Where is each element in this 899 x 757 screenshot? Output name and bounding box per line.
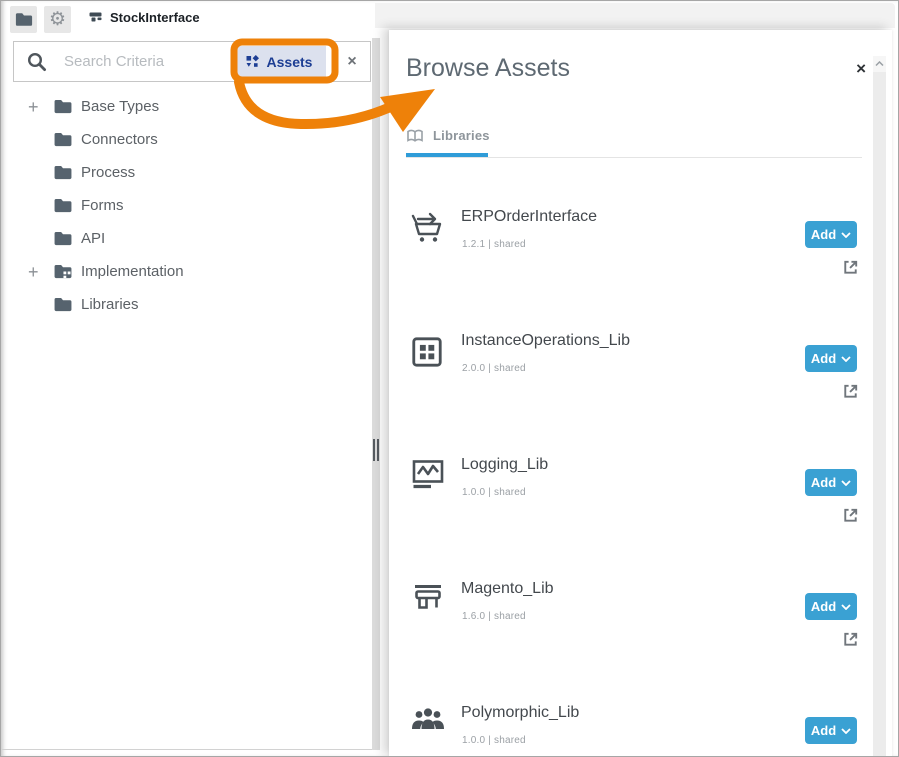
tree-item-label: Connectors (81, 131, 158, 148)
tab-libraries[interactable]: Libraries (406, 128, 490, 143)
add-button[interactable]: Add (805, 345, 857, 372)
chevron-up-icon (875, 61, 884, 67)
search-bar: Assets × (13, 41, 371, 82)
chart-monitor-icon (410, 459, 446, 490)
tree-item-label: API (81, 230, 105, 247)
tree-item-label: Process (81, 164, 135, 181)
tree-item-api[interactable]: API (13, 222, 365, 255)
shopping-cart-icon (410, 211, 446, 243)
asset-version: 2.0.0 | shared (462, 363, 526, 374)
assets-button-label: Assets (267, 54, 313, 70)
folder-toolbar-button[interactable] (10, 6, 37, 33)
add-button[interactable]: Add (805, 593, 857, 620)
people-group-icon (410, 707, 446, 732)
asset-version: 1.0.0 | shared (462, 487, 526, 498)
add-button-label: Add (811, 351, 836, 366)
close-icon: × (347, 53, 356, 71)
open-external-button[interactable] (841, 382, 860, 401)
splitter-handle-icon[interactable] (372, 439, 380, 461)
expand-icon[interactable]: + (13, 263, 53, 281)
project-tree: + Base Types Connectors Process Forms AP… (13, 90, 365, 321)
expand-icon[interactable]: + (13, 98, 53, 116)
asset-name: Magento_Lib (461, 580, 554, 598)
external-link-icon (841, 506, 860, 525)
folder-icon (53, 198, 73, 213)
asset-row-erporderinterface: ERPOrderInterface 1.2.1 | shared Add (389, 158, 873, 282)
folder-icon (53, 99, 73, 114)
left-panel-bottom-border (2, 749, 372, 750)
chevron-down-icon (841, 728, 851, 734)
panel-title: Browse Assets (406, 54, 570, 83)
add-button-label: Add (811, 227, 836, 242)
grid-squares-icon (410, 335, 444, 369)
browse-assets-panel: Browse Assets × Libraries ERP (389, 30, 892, 757)
panel-splitter[interactable] (372, 38, 380, 750)
chevron-down-icon (841, 356, 851, 362)
folder-icon (53, 297, 73, 312)
tree-item-forms[interactable]: Forms (13, 189, 365, 222)
project-icon (89, 12, 103, 24)
scroll-up-button[interactable] (873, 56, 886, 72)
gear-icon: ⚙ (49, 10, 66, 29)
storefront-icon (410, 583, 446, 614)
tab-libraries-label: Libraries (433, 128, 490, 143)
settings-button[interactable]: ⚙ (44, 6, 71, 33)
open-external-button[interactable] (841, 506, 860, 525)
folder-icon (53, 231, 73, 246)
add-button-label: Add (811, 475, 836, 490)
open-external-button[interactable] (841, 630, 860, 649)
asset-version: 1.0.0 | shared (462, 735, 526, 746)
add-button[interactable]: Add (805, 221, 857, 248)
tree-item-implementation[interactable]: + Implementation (13, 255, 365, 288)
project-tab[interactable]: StockInterface (89, 10, 200, 25)
search-input[interactable] (47, 53, 232, 70)
assets-icon (246, 55, 259, 68)
add-button[interactable]: Add (805, 717, 857, 744)
app-window: ⚙ StockInterface Assets × + Base Types (0, 0, 899, 757)
tree-item-label: Libraries (81, 296, 139, 313)
tree-item-connectors[interactable]: Connectors (13, 123, 365, 156)
project-title: StockInterface (110, 10, 200, 25)
open-external-button[interactable] (841, 258, 860, 277)
asset-name: Logging_Lib (461, 456, 548, 474)
external-link-icon (841, 630, 860, 649)
panel-close-button[interactable]: × (856, 60, 866, 77)
assets-filter-button[interactable]: Assets (232, 46, 326, 77)
asset-name: Polymorphic_Lib (461, 704, 579, 722)
panel-scrollbar[interactable] (873, 56, 886, 757)
external-link-icon (841, 382, 860, 401)
asset-row-polymorphic: Polymorphic_Lib 1.0.0 | shared Add (389, 654, 873, 757)
asset-list: ERPOrderInterface 1.2.1 | shared Add Ins… (389, 158, 873, 757)
book-icon (406, 129, 424, 143)
folder-icon (15, 12, 33, 27)
tree-item-label: Implementation (81, 263, 184, 280)
tree-item-base-types[interactable]: + Base Types (13, 90, 365, 123)
folder-icon (53, 165, 73, 180)
asset-row-magento: Magento_Lib 1.6.0 | shared Add (389, 530, 873, 654)
tree-item-label: Base Types (81, 98, 159, 115)
search-icon (27, 52, 47, 72)
add-button[interactable]: Add (805, 469, 857, 496)
asset-version: 1.6.0 | shared (462, 611, 526, 622)
asset-version: 1.2.1 | shared (462, 239, 526, 250)
background-strip (375, 3, 895, 28)
chevron-down-icon (841, 480, 851, 486)
chevron-down-icon (841, 604, 851, 610)
close-icon: × (856, 59, 866, 78)
tree-item-process[interactable]: Process (13, 156, 365, 189)
tree-item-label: Forms (81, 197, 124, 214)
external-link-icon (841, 258, 860, 277)
search-close-button[interactable]: × (333, 42, 370, 81)
chevron-down-icon (841, 232, 851, 238)
tree-item-libraries[interactable]: Libraries (13, 288, 365, 321)
asset-name: ERPOrderInterface (461, 208, 597, 226)
asset-row-instanceoperations: InstanceOperations_Lib 2.0.0 | shared Ad… (389, 282, 873, 406)
folder-icon (53, 132, 73, 147)
implementation-folder-icon (53, 264, 73, 279)
add-button-label: Add (811, 599, 836, 614)
asset-name: InstanceOperations_Lib (461, 332, 630, 350)
add-button-label: Add (811, 723, 836, 738)
asset-row-logging: Logging_Lib 1.0.0 | shared Add (389, 406, 873, 530)
